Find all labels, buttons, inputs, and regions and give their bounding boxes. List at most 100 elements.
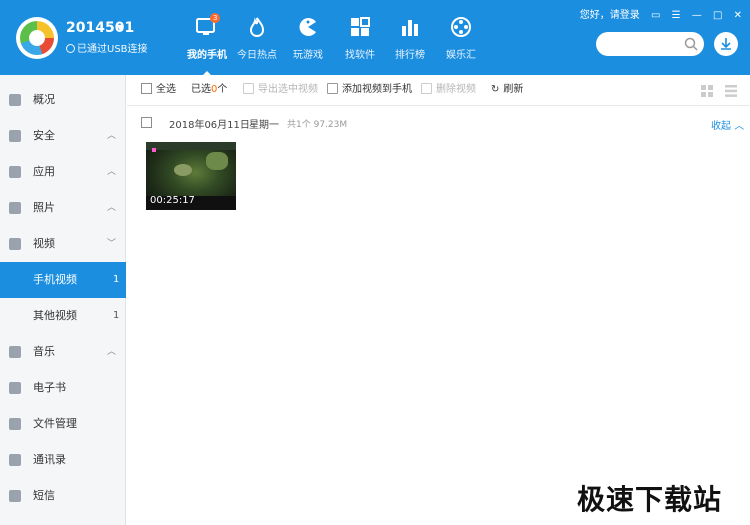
video-thumbnail[interactable]: 00:25:17	[146, 142, 236, 210]
sidebar-item-files[interactable]: 文件管理	[0, 406, 126, 442]
group-checkbox[interactable]	[141, 117, 152, 128]
download-button[interactable]	[714, 32, 738, 56]
sidebar-item-label: 视频	[33, 237, 55, 250]
video-frame-terrain	[206, 152, 228, 170]
sidebar-item-label: 其他视频	[33, 309, 77, 322]
chevron-down-icon: ﹀	[107, 239, 117, 249]
refresh-label: 刷新	[503, 84, 524, 95]
nav-software[interactable]: 找软件	[335, 16, 385, 68]
sidebar-item-sms[interactable]: 短信	[0, 478, 126, 514]
sidebar-item-label: 照片	[33, 201, 55, 214]
book-icon	[9, 382, 21, 394]
sidebar-item-label: 音乐	[33, 345, 55, 358]
list-view-icon[interactable]	[725, 85, 737, 97]
folder-icon	[9, 418, 21, 430]
collapse-button[interactable]: 收起 ︿	[711, 117, 744, 132]
nav-label: 娱乐汇	[446, 50, 476, 61]
delete-label: 删除视频	[436, 84, 476, 95]
nav-badge: 3	[210, 13, 221, 23]
sidebar-item-label: 应用	[33, 165, 55, 178]
add-video-button[interactable]: 添加视频到手机	[327, 75, 412, 105]
film-reel-icon	[450, 16, 472, 38]
sidebar-item-security[interactable]: 安全 ︿	[0, 118, 126, 154]
sidebar-item-ebook[interactable]: 电子书	[0, 370, 126, 406]
nav-label: 今日热点	[237, 50, 277, 61]
video-frame-terrain	[174, 164, 192, 176]
export-icon	[243, 83, 254, 94]
video-duration: 00:25:17	[150, 195, 195, 206]
delete-button[interactable]: 删除视频	[421, 75, 476, 105]
chevron-up-icon: ︿	[107, 131, 117, 141]
sidebar-item-label: 安全	[33, 129, 55, 142]
photo-icon	[9, 202, 21, 214]
device-dropdown-icon[interactable]: ▼	[117, 23, 123, 32]
nav-entertainment[interactable]: 娱乐汇	[436, 16, 486, 68]
group-weekday: 星期一	[249, 120, 279, 131]
select-all-label: 全选	[156, 84, 176, 95]
apps-icon	[9, 166, 21, 178]
video-frame-hud	[146, 142, 236, 150]
phone-icon	[9, 454, 21, 466]
chevron-up-icon: ︿	[107, 203, 117, 213]
sidebar-item-video[interactable]: 视频 ﹀	[0, 226, 126, 262]
sidebar: 概况 安全 ︿ 应用 ︿ 照片 ︿ 视频 ﹀ 手机视频 1 其他视频 1 音乐 ︿ 电子书 文…	[0, 75, 126, 525]
sidebar-item-phone-video[interactable]: 手机视频 1	[0, 262, 126, 298]
select-all-checkbox[interactable]: 全选	[141, 75, 176, 105]
sidebar-item-music[interactable]: 音乐 ︿	[0, 334, 126, 370]
pacman-icon	[297, 16, 319, 38]
grid-view-icon[interactable]	[701, 85, 713, 97]
bar-chart-icon	[399, 16, 421, 38]
nav-label: 我的手机	[187, 50, 227, 61]
minimize-button[interactable]: —	[692, 10, 702, 21]
search-icon[interactable]	[684, 37, 698, 51]
login-link[interactable]: 您好，请登录	[580, 10, 640, 21]
chevron-up-icon: ︿	[734, 121, 745, 132]
sidebar-item-overview[interactable]: 概况	[0, 82, 126, 118]
export-button[interactable]: 导出选中视频	[243, 75, 318, 105]
shield-icon	[9, 130, 21, 142]
selected-suffix: 个	[217, 84, 228, 95]
sidebar-item-photos[interactable]: 照片 ︿	[0, 190, 126, 226]
sidebar-item-label: 手机视频	[33, 273, 77, 286]
nav-today-hot[interactable]: 今日热点	[232, 16, 282, 68]
window-controls: 您好，请登录 ▭ ☰ — □ ✕	[572, 6, 742, 21]
message-icon	[9, 490, 21, 502]
sidebar-item-apps[interactable]: 应用 ︿	[0, 154, 126, 190]
nav-label: 排行榜	[395, 50, 425, 61]
flame-icon	[246, 16, 268, 38]
refresh-icon: ↻	[491, 84, 500, 95]
selected-prefix: 已选	[191, 84, 211, 95]
delete-icon	[421, 83, 432, 94]
refresh-button[interactable]: ↻ 刷新	[491, 75, 523, 105]
nav-games[interactable]: 玩游戏	[283, 16, 333, 68]
item-count: 1	[113, 274, 120, 285]
toolbar: 全选 已选0个 导出选中视频 添加视频到手机 删除视频 ↻ 刷新	[127, 75, 750, 106]
device-name[interactable]: 2014501	[66, 20, 134, 36]
sidebar-item-label: 文件管理	[33, 417, 77, 430]
play-icon	[9, 238, 21, 250]
sidebar-item-label: 概况	[33, 93, 55, 106]
usb-icon	[66, 44, 75, 53]
group-date: 2018年06月11日	[169, 120, 250, 131]
nav-my-phone[interactable]: 3 我的手机	[182, 13, 232, 77]
nav-label: 找软件	[345, 50, 375, 61]
sidebar-item-contacts[interactable]: 通讯录	[0, 442, 126, 478]
nav-rankings[interactable]: 排行榜	[385, 16, 435, 68]
message-icon[interactable]: ▭	[651, 10, 660, 21]
selected-count: 已选0个	[191, 75, 227, 105]
sidebar-item-other-video[interactable]: 其他视频 1	[0, 298, 126, 334]
add-icon	[327, 83, 338, 94]
app-logo	[16, 17, 58, 59]
maximize-button[interactable]: □	[713, 10, 722, 21]
usb-status-text: 已通过USB连接	[77, 44, 148, 55]
music-icon	[9, 346, 21, 358]
nav-label: 玩游戏	[293, 50, 323, 61]
chevron-up-icon: ︿	[107, 167, 117, 177]
menu-icon[interactable]: ☰	[672, 10, 681, 21]
date-group-header: 2018年06月11日 星期一 共1个 97.23M 收起 ︿	[127, 106, 750, 138]
group-summary: 共1个 97.23M	[287, 120, 348, 130]
site-watermark: 极速下载站	[577, 483, 723, 516]
close-button[interactable]: ✕	[734, 10, 742, 21]
home-icon	[9, 94, 21, 106]
phone-monitor-icon: 3	[196, 13, 221, 38]
